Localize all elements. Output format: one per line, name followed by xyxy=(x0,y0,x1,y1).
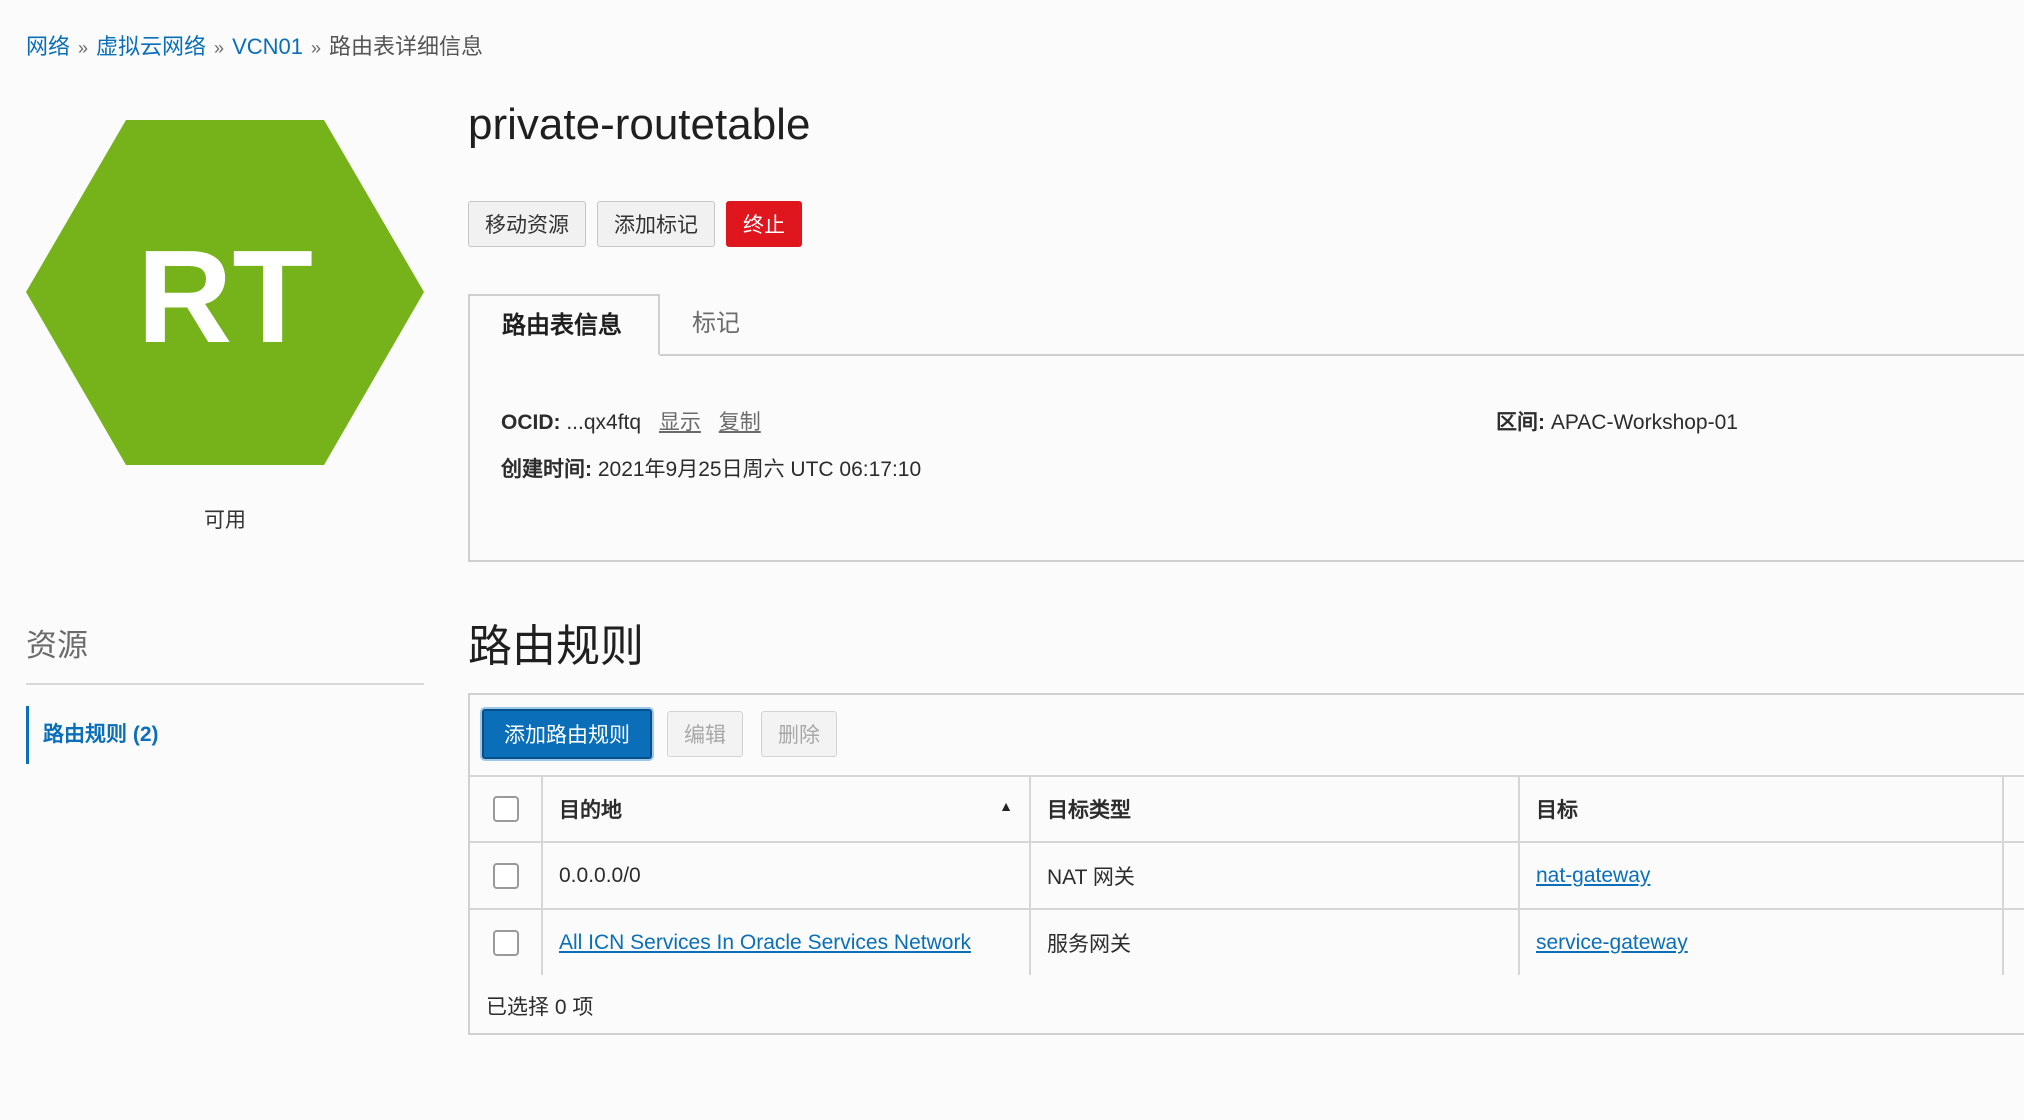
terminate-button[interactable]: 终止 xyxy=(726,201,802,247)
lifecycle-status: 可用 xyxy=(204,509,246,532)
add-route-rule-button[interactable]: 添加路由规则 xyxy=(482,709,652,759)
compartment-label: 区间: xyxy=(1496,411,1545,434)
table-row: 0.0.0.0/0 NAT 网关 nat-gateway xyxy=(470,841,2024,909)
column-header-destination[interactable]: 目的地 ▲ xyxy=(542,775,1031,842)
breadcrumb: 网络 » 虚拟云网络 » VCN01 » 路由表详细信息 xyxy=(26,30,483,65)
column-header-target-type[interactable]: 目标类型 xyxy=(1030,775,1520,842)
breadcrumb-separator: » xyxy=(214,38,225,58)
target-link[interactable]: nat-gateway xyxy=(1536,864,1650,887)
selection-count: 已选择 0 项 xyxy=(486,996,594,1019)
destination-cell: All ICN Services In Oracle Services Netw… xyxy=(542,908,1031,975)
target-type-cell: NAT 网关 xyxy=(1030,841,1520,909)
breadcrumb-separator: » xyxy=(78,38,89,58)
resource-item-route-rules[interactable]: 路由规则 (2) xyxy=(26,706,416,764)
route-table-info-panel: OCID: ...qx4ftq 显示 复制 区间: APAC-Workshop-… xyxy=(468,354,2024,562)
action-bar: 移动资源 添加标记 终止 xyxy=(468,201,802,247)
table-row: All ICN Services In Oracle Services Netw… xyxy=(470,908,2024,975)
tab-route-table-info[interactable]: 路由表信息 xyxy=(468,294,660,356)
ocid-label: OCID: xyxy=(501,411,561,434)
column-header-target[interactable]: 目标 xyxy=(1519,775,2004,842)
route-rules-table: 目的地 ▲ 目标类型 目标 0.0.0.0/0 NAT 网关 nat-gatewa… xyxy=(470,775,2024,975)
created-row: 创建时间: 2021年9月25日周六 UTC 06:17:10 xyxy=(501,453,921,483)
column-header-label: 目的地 xyxy=(559,799,622,822)
target-link[interactable]: service-gateway xyxy=(1536,931,1688,954)
breadcrumb-current: 路由表详细信息 xyxy=(329,34,484,59)
table-toolbar: 添加路由规则 编辑 删除 xyxy=(470,695,2024,775)
target-cell: nat-gateway xyxy=(1519,841,2004,909)
detail-tabs: 路由表信息 标记 xyxy=(468,294,2024,356)
compartment-row: 区间: APAC-Workshop-01 xyxy=(1496,406,1738,436)
resource-type-initials: RT xyxy=(137,223,313,370)
destination-cell: 0.0.0.0/0 xyxy=(542,841,1031,909)
show-ocid-link[interactable]: 显示 xyxy=(659,411,701,434)
resources-divider xyxy=(26,683,424,685)
row-checkbox[interactable] xyxy=(492,929,519,956)
copy-ocid-link[interactable]: 复制 xyxy=(719,411,761,434)
overflow-cell xyxy=(2003,908,2024,975)
created-label: 创建时间: xyxy=(501,458,592,481)
column-header-overflow xyxy=(2003,775,2024,842)
move-resource-button[interactable]: 移动资源 xyxy=(468,201,586,247)
row-select-cell xyxy=(470,908,543,975)
tab-tags[interactable]: 标记 xyxy=(660,294,772,354)
route-rules-heading: 路由规则 xyxy=(468,622,644,671)
breadcrumb-separator: » xyxy=(310,38,321,58)
add-tags-button[interactable]: 添加标记 xyxy=(597,201,715,247)
table-header-row: 目的地 ▲ 目标类型 目标 xyxy=(470,775,2024,842)
select-all-checkbox[interactable] xyxy=(492,796,519,822)
select-all-cell xyxy=(470,775,543,842)
breadcrumb-link-networking[interactable]: 网络 xyxy=(26,34,70,59)
delete-button[interactable]: 删除 xyxy=(761,711,837,757)
ocid-row: OCID: ...qx4ftq 显示 复制 xyxy=(501,406,761,436)
compartment-value: APAC-Workshop-01 xyxy=(1550,411,1738,434)
target-type-cell: 服务网关 xyxy=(1030,908,1520,975)
created-value: 2021年9月25日周六 UTC 06:17:10 xyxy=(597,458,922,481)
row-checkbox[interactable] xyxy=(492,862,519,889)
sort-ascending-icon[interactable]: ▲ xyxy=(999,798,1013,814)
destination-link[interactable]: All ICN Services In Oracle Services Netw… xyxy=(559,931,971,954)
row-select-cell xyxy=(470,841,543,909)
edit-button[interactable]: 编辑 xyxy=(667,711,743,757)
resource-hexagon-icon: RT xyxy=(26,120,424,465)
overflow-cell xyxy=(2003,841,2024,909)
breadcrumb-link-vcn-list[interactable]: 虚拟云网络 xyxy=(96,34,206,59)
page-title: private-routetable xyxy=(468,100,811,149)
resources-heading: 资源 xyxy=(26,628,88,663)
target-cell: service-gateway xyxy=(1519,908,2004,975)
route-rules-table-container: 添加路由规则 编辑 删除 目的地 ▲ 目标类型 目标 0.0.0.0/0 NAT… xyxy=(468,693,2024,1035)
breadcrumb-link-vcn01[interactable]: VCN01 xyxy=(232,34,303,59)
ocid-value: ...qx4ftq xyxy=(566,411,642,434)
